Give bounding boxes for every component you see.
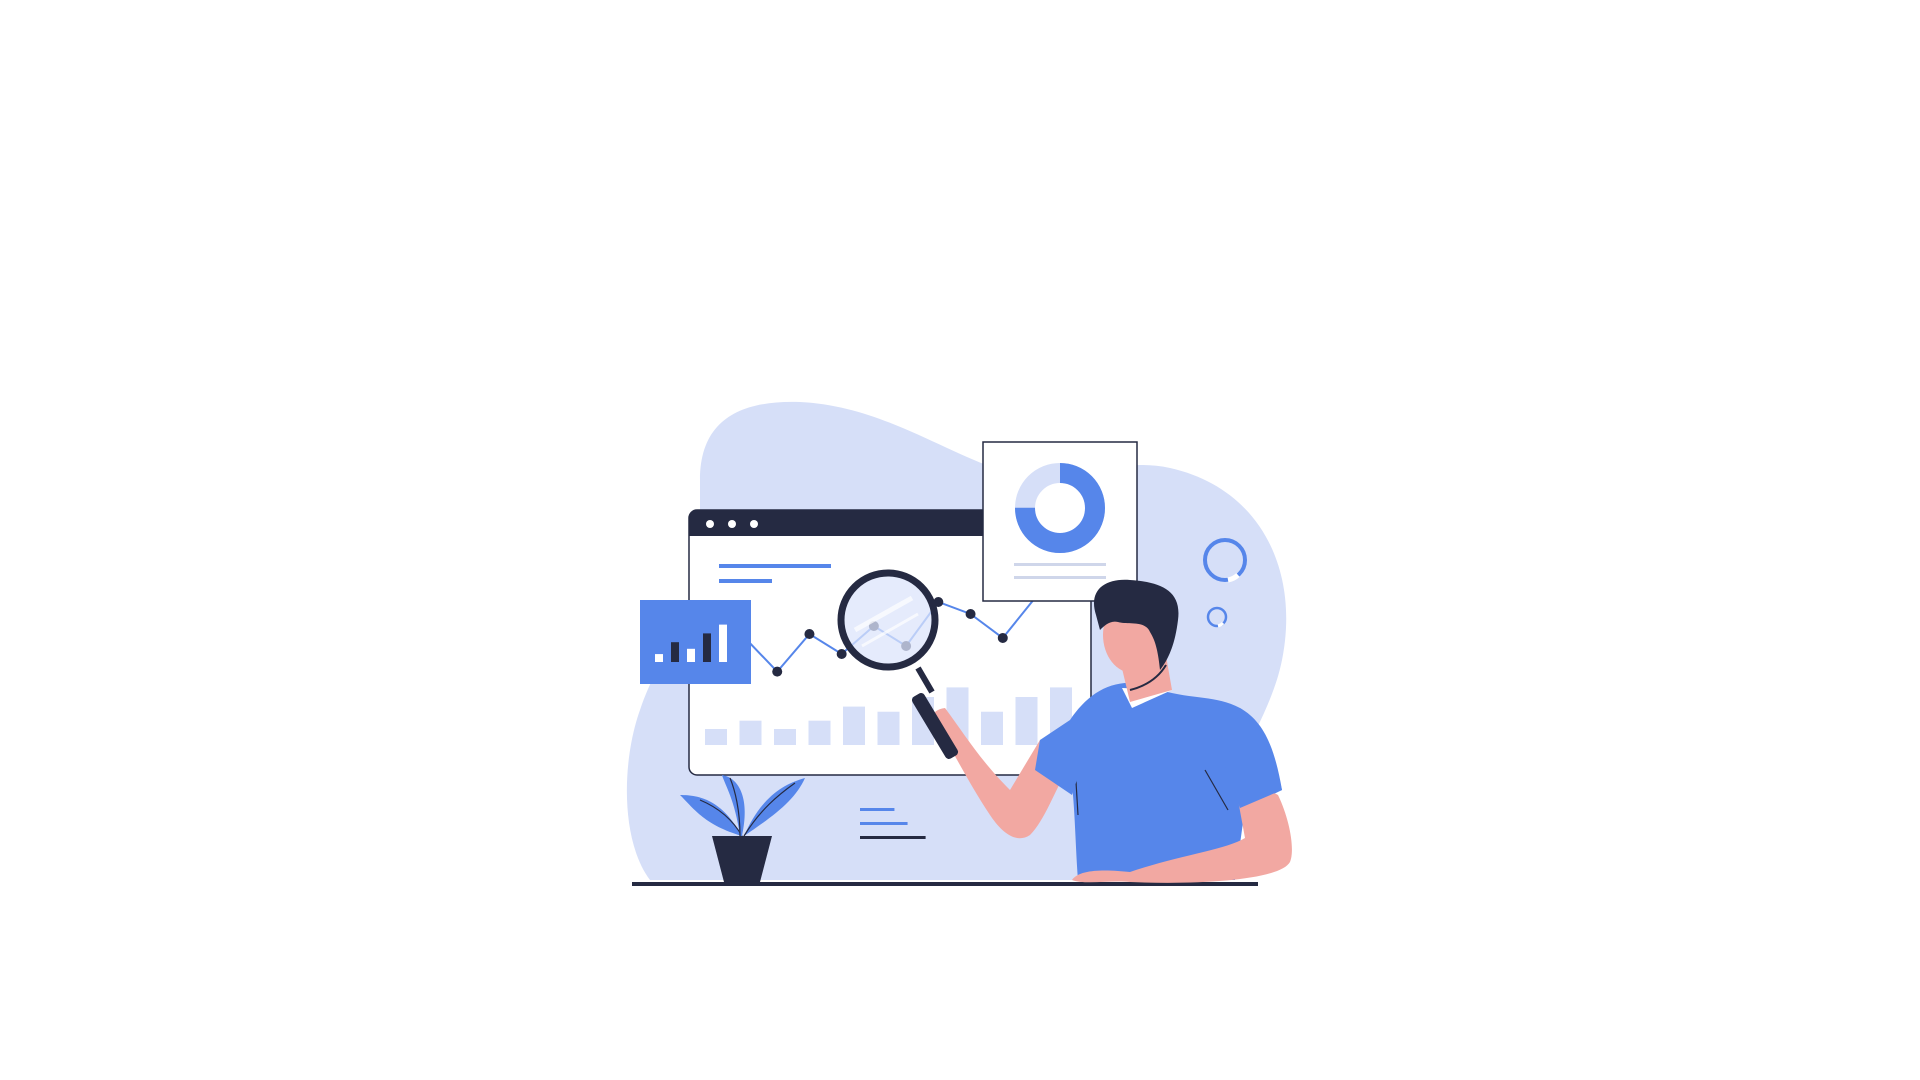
- legend-fill: [860, 836, 926, 839]
- line-point: [997, 633, 1008, 643]
- bar-chart-card-icon: [640, 600, 751, 684]
- line-point: [804, 629, 815, 639]
- window-bar: [843, 706, 865, 745]
- donut-caption-line: [1014, 563, 1106, 566]
- window-dot-icon: [706, 520, 714, 528]
- donut-chart-card-icon: [982, 441, 1138, 602]
- card-bar: [671, 642, 679, 662]
- window-bar: [705, 729, 727, 745]
- data-analysis-illustration: [626, 401, 1292, 886]
- window-bar: [1015, 697, 1038, 745]
- illustration: [0, 0, 1920, 1080]
- donut-caption-line: [1014, 576, 1106, 579]
- window-dot-icon: [750, 520, 758, 528]
- card-bar: [719, 624, 727, 662]
- line-point: [965, 609, 976, 619]
- card-bar: [655, 654, 663, 662]
- window-dot-icon: [728, 520, 736, 528]
- line-point: [836, 649, 847, 659]
- subheading-line: [719, 579, 772, 583]
- card-bar: [703, 633, 711, 662]
- window-bar: [877, 711, 900, 745]
- window-bar: [739, 720, 762, 745]
- window-bar: [774, 729, 796, 745]
- window-bar: [981, 711, 1003, 745]
- legend-fill: [860, 822, 908, 825]
- heading-line: [719, 564, 831, 568]
- legend-fill: [860, 808, 895, 811]
- card-bar: [687, 648, 695, 662]
- line-point: [772, 666, 783, 677]
- window-bar: [808, 720, 831, 745]
- magnifier-lens: [837, 569, 939, 671]
